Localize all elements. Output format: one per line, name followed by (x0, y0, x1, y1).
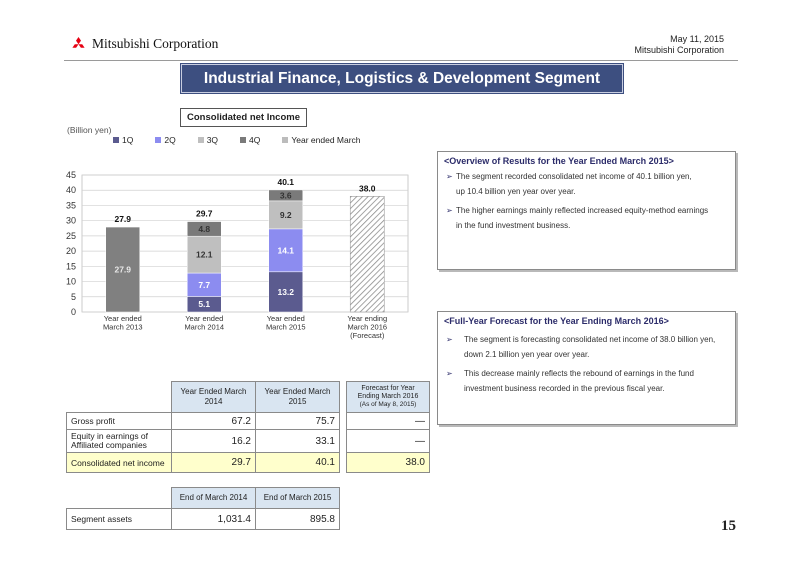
forecast-header-label: Forecast for Year Ending March 2016 (357, 385, 419, 400)
assets-table: End of March 2014 End of March 2015 Segm… (66, 487, 340, 530)
arrow-bullet-icon: ➢ (446, 335, 453, 344)
company-name: Mitsubishi Corporation (92, 36, 219, 51)
bar-total-label: 29.7 (196, 209, 213, 219)
segment-value-label: 14.1 (277, 245, 294, 255)
table-corner (67, 382, 172, 413)
cell-value: — (346, 429, 430, 453)
bullet-line: The segment is forecasting consolidated … (464, 335, 716, 344)
y-tick-label: 40 (66, 185, 76, 195)
bullet-line: The segment recorded consolidated net in… (456, 172, 692, 181)
header-divider (64, 60, 738, 61)
overview-bullet: ➢ The segment recorded consolidated net … (446, 169, 726, 199)
segment-value-label: 7.7 (198, 280, 210, 290)
y-tick-label: 20 (66, 246, 76, 256)
y-tick-label: 10 (66, 277, 76, 287)
page-title: Industrial Finance, Logistics & Developm… (181, 64, 623, 93)
overview-box: <Overview of Results for the Year Ended … (437, 151, 736, 270)
segment-value-label: 9.2 (280, 210, 292, 220)
forecast-bullet: ➢ This decrease mainly reflects the rebo… (446, 366, 734, 396)
overview-title: <Overview of Results for the Year Ended … (444, 156, 674, 166)
financials-table: Year Ended March 2014 Year Ended March 2… (66, 381, 430, 473)
cell-value: 895.8 (255, 508, 340, 530)
column-header: Year Ended March 2015 (255, 381, 340, 413)
table-row: Equity in earnings of Affiliated compani… (66, 429, 430, 453)
table-row: Segment assets 1,031.4 895.8 (66, 508, 340, 530)
bar-total-label: 27.9 (114, 214, 131, 224)
forecast-bar (349, 196, 385, 313)
cell-value: 29.7 (171, 452, 256, 473)
bullet-line: down 2.1 billion yen year over year. (464, 350, 590, 359)
segment-value-label: 27.9 (114, 265, 131, 275)
cell-value: 38.0 (346, 452, 430, 473)
column-header: Forecast for Year Ending March 2016 (As … (346, 381, 430, 413)
forecast-header-note: (As of May 8, 2015) (359, 401, 417, 408)
x-tick-label: March 2014 (184, 323, 224, 332)
y-tick-label: 30 (66, 216, 76, 226)
segment-value-label: 12.1 (196, 250, 213, 260)
segment-value-label: 3.6 (280, 190, 292, 200)
table-row: Consolidated net income 29.7 40.1 38.0 (66, 452, 430, 473)
table-corner (67, 488, 172, 509)
table-gap (340, 413, 347, 430)
segment-value-label: 4.8 (198, 224, 210, 234)
bullet-line: investment business recorded in the prev… (464, 384, 665, 393)
arrow-bullet-icon: ➢ (446, 172, 453, 181)
forecast-bullet: ➢ The segment is forecasting consolidate… (446, 332, 734, 362)
cell-value: — (346, 412, 430, 430)
page-number: 15 (721, 518, 736, 534)
y-tick-label: 25 (66, 231, 76, 241)
bullet-line: up 10.4 billion yen year over year. (456, 187, 576, 196)
net-income-chart: 0 5 10 15 20 25 30 35 40 45 27.9 5.1 7.7 12.1 4.8 13.2 1… (66, 170, 409, 340)
cell-value: 33.1 (255, 429, 340, 453)
cell-value: 16.2 (171, 429, 256, 453)
bar-total-label: 40.1 (277, 177, 294, 187)
x-tick-label: March 2013 (103, 323, 143, 332)
column-header: End of March 2015 (255, 487, 340, 509)
unit-label: (Billion yen) (67, 125, 112, 135)
row-label: Consolidated net income (66, 452, 172, 473)
table-row: Gross profit 67.2 75.7 — (66, 412, 430, 430)
overview-bullet: ➢ The higher earnings mainly reflected i… (446, 203, 726, 233)
cell-value: 1,031.4 (171, 508, 256, 530)
y-tick-label: 35 (66, 200, 76, 210)
chart-title: Consolidated net Income (180, 108, 307, 127)
forecast-box: <Full-Year Forecast for the Year Ending … (437, 311, 736, 425)
bar-total-label: 38.0 (359, 183, 376, 193)
cell-value: 67.2 (171, 412, 256, 430)
three-diamonds-icon (72, 36, 85, 48)
segment-value-label: 13.2 (277, 287, 294, 297)
x-tick-label: (Forecast) (350, 331, 385, 340)
company-subtitle: Mitsubishi Corporation (634, 45, 724, 55)
arrow-bullet-icon: ➢ (446, 369, 453, 378)
date-block: May 11, 2015 Mitsubishi Corporation (634, 34, 724, 56)
report-date: May 11, 2015 (670, 34, 724, 44)
row-label: Segment assets (66, 508, 172, 530)
row-label: Gross profit (66, 412, 172, 430)
cell-value: 75.7 (255, 412, 340, 430)
column-header: End of March 2014 (171, 487, 256, 509)
segment-value-label: 5.1 (198, 299, 210, 309)
cell-value: 40.1 (255, 452, 340, 473)
bullet-line: in the fund investment business. (456, 221, 571, 230)
y-tick-label: 15 (66, 261, 76, 271)
y-tick-label: 0 (71, 307, 76, 317)
table-gap (340, 453, 347, 473)
column-header: Year Ended March 2014 (171, 381, 256, 413)
x-tick-label: March 2015 (266, 323, 306, 332)
bullet-line: The higher earnings mainly reflected inc… (456, 206, 709, 215)
company-logo: Mitsubishi Corporation (70, 36, 218, 52)
forecast-title: <Full-Year Forecast for the Year Ending … (444, 316, 669, 326)
bullet-line: This decrease mainly reflects the reboun… (464, 369, 694, 378)
arrow-bullet-icon: ➢ (446, 206, 453, 215)
y-tick-label: 45 (66, 170, 76, 180)
table-gap (340, 382, 347, 413)
y-tick-label: 5 (71, 292, 76, 302)
table-gap (340, 430, 347, 453)
row-label: Equity in earnings of Affiliated compani… (66, 429, 172, 453)
